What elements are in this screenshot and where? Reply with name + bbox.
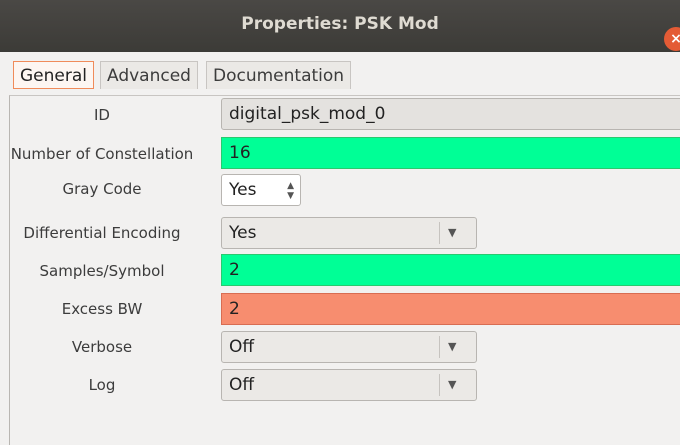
dropdown-separator [439, 374, 440, 396]
verbose-value: Off [229, 337, 255, 357]
tab-general[interactable]: General [13, 61, 94, 89]
constellation-label: Number of Constellation [10, 145, 194, 163]
verbose-label: Verbose [71, 338, 133, 356]
chevron-down-icon[interactable]: ▼ [448, 370, 456, 400]
title-bar: Properties: PSK Mod × [0, 0, 680, 52]
spinner-arrows[interactable]: ▲ ▼ [287, 175, 294, 201]
spin-up-icon[interactable]: ▲ [287, 181, 294, 191]
gray-code-spinner[interactable]: Yes ▲ ▼ [221, 174, 301, 206]
window-title: Properties: PSK Mod [241, 14, 439, 34]
tab-bar: General Advanced Documentation [0, 52, 680, 96]
constellation-field[interactable]: 16 [221, 137, 680, 169]
spin-down-icon[interactable]: ▼ [287, 191, 294, 201]
excess-bw-label: Excess BW [61, 300, 143, 318]
id-label: ID [94, 106, 110, 124]
dropdown-separator [439, 222, 440, 244]
dropdown-separator [439, 336, 440, 358]
log-value: Off [229, 375, 255, 395]
samples-field[interactable]: 2 [221, 254, 680, 286]
gray-code-value: Yes [229, 180, 257, 200]
differential-dropdown[interactable]: Yes ▼ [221, 217, 477, 249]
differential-value: Yes [229, 223, 257, 243]
chevron-down-icon[interactable]: ▼ [448, 332, 456, 362]
samples-label: Samples/Symbol [39, 262, 165, 280]
log-label: Log [88, 376, 116, 394]
excess-bw-field[interactable]: 2 [221, 293, 680, 325]
chevron-down-icon[interactable]: ▼ [448, 218, 456, 248]
close-icon[interactable]: × [664, 27, 680, 51]
tab-advanced[interactable]: Advanced [100, 61, 198, 89]
verbose-dropdown[interactable]: Off ▼ [221, 331, 477, 363]
gray-code-label: Gray Code [62, 180, 142, 198]
differential-label: Differential Encoding [23, 224, 181, 242]
tab-documentation[interactable]: Documentation [206, 61, 352, 89]
id-field[interactable]: digital_psk_mod_0 [221, 98, 680, 130]
log-dropdown[interactable]: Off ▼ [221, 369, 477, 401]
